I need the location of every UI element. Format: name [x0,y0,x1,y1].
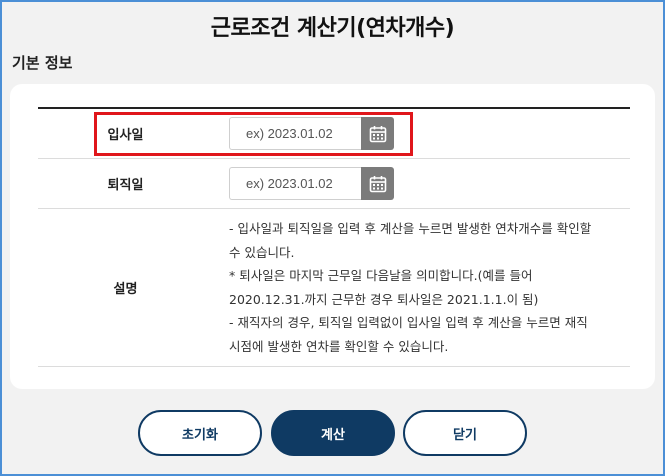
description-line: - 입사일과 퇴직일을 입력 후 계산을 누르면 발생한 연차개수를 확인할 수… [229,221,592,260]
calendar-icon [369,125,386,142]
description-line: - 재직자의 경우, 퇴직일 입력없이 입사일 입력 후 계산을 누르면 재직시… [229,315,588,354]
hire-date-calendar-button[interactable] [361,117,394,150]
hire-date-label: 입사일 [107,128,144,143]
section-title: 기본 정보 [12,54,73,72]
hire-date-cell [213,117,630,150]
leave-date-row: 퇴직일 [38,159,630,209]
hire-date-input[interactable] [229,117,361,150]
description-label: 설명 [113,282,138,297]
action-buttons: 초기화 계산 닫기 [0,410,665,456]
leave-date-input[interactable] [229,167,361,200]
form-table: 입사일 ex) 2023.01.02 퇴직일 ex) 2023.01.02 설명… [38,107,630,367]
calculate-button[interactable]: 계산 [271,410,395,456]
leave-date-cell [213,167,630,200]
description-cell: - 입사일과 퇴직일을 입력 후 계산을 누르면 발생한 연차개수를 확인할 수… [213,217,630,358]
leave-date-picker [229,167,394,200]
hire-date-row: 입사일 [38,109,630,159]
basic-info-card: 입사일 ex) 2023.01.02 퇴직일 ex) 2023.01.02 설명… [10,84,655,389]
description-row: 설명 - 입사일과 퇴직일을 입력 후 계산을 누르면 발생한 연차개수를 확인… [38,209,630,367]
close-button[interactable]: 닫기 [403,410,527,456]
page-title: 근로조건 계산기(연차개수) [210,16,455,41]
calendar-icon [369,175,386,192]
description-line: * 퇴사일은 마지막 근무일 다음날을 의미합니다.(예를 들어 2020.12… [229,268,539,307]
leave-date-label: 퇴직일 [107,178,144,193]
hire-date-picker [229,117,394,150]
description-text: - 입사일과 퇴직일을 입력 후 계산을 누르면 발생한 연차개수를 확인할 수… [229,217,619,358]
reset-button[interactable]: 초기화 [138,410,262,456]
leave-date-calendar-button[interactable] [361,167,394,200]
